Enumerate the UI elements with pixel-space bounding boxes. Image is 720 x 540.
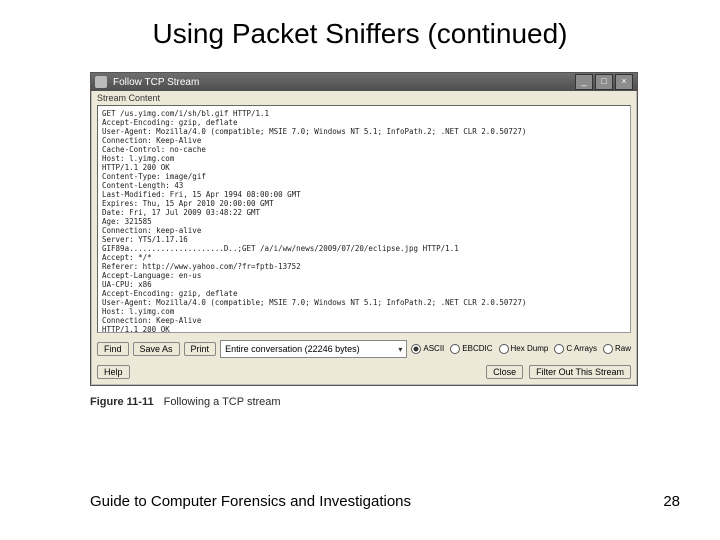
stream-content-label: Stream Content: [91, 91, 637, 103]
radio-carrays[interactable]: C Arrays: [554, 344, 597, 354]
filter-stream-button[interactable]: Filter Out This Stream: [529, 365, 631, 379]
minimize-button[interactable]: _: [575, 74, 593, 90]
app-window: Follow TCP Stream _ □ × Stream Content G…: [90, 72, 638, 386]
maximize-button[interactable]: □: [595, 74, 613, 90]
figure: Follow TCP Stream _ □ × Stream Content G…: [90, 72, 636, 408]
help-button[interactable]: Help: [97, 365, 130, 379]
radio-ebcdic-label: EBCDIC: [462, 344, 492, 353]
titlebar-icon: [95, 76, 107, 88]
find-button[interactable]: Find: [97, 342, 129, 356]
print-button[interactable]: Print: [184, 342, 217, 356]
conversation-select-value: Entire conversation (22246 bytes): [225, 344, 360, 354]
window-titlebar: Follow TCP Stream _ □ ×: [91, 73, 637, 91]
radio-ascii[interactable]: ASCII: [411, 344, 444, 354]
radio-carrays-label: C Arrays: [566, 344, 597, 353]
radio-hexdump-label: Hex Dump: [511, 344, 549, 353]
format-radio-group: ASCII EBCDIC Hex Dump C Arrays Raw: [411, 344, 631, 354]
close-button[interactable]: Close: [486, 365, 523, 379]
controls-row-1: Find Save As Print Entire conversation (…: [91, 337, 637, 361]
controls-row-2: Help Close Filter Out This Stream: [91, 361, 637, 385]
close-window-button[interactable]: ×: [615, 74, 633, 90]
footer-text: Guide to Computer Forensics and Investig…: [90, 493, 411, 510]
figure-number: Figure 11-11: [90, 396, 154, 408]
figure-caption: Figure 11-11 Following a TCP stream: [90, 396, 636, 408]
radio-hexdump[interactable]: Hex Dump: [499, 344, 549, 354]
window-title: Follow TCP Stream: [113, 77, 573, 88]
stream-content-textarea[interactable]: GET /us.yimg.com/i/sh/bl.gif HTTP/1.1Acc…: [97, 105, 631, 333]
radio-raw-label: Raw: [615, 344, 631, 353]
chevron-down-icon: ▾: [398, 345, 402, 354]
save-as-button[interactable]: Save As: [133, 342, 180, 356]
page-number: 28: [663, 493, 680, 510]
radio-ascii-label: ASCII: [423, 344, 444, 353]
figure-caption-text: Following a TCP stream: [164, 396, 281, 408]
radio-raw[interactable]: Raw: [603, 344, 631, 354]
slide-title: Using Packet Sniffers (continued): [0, 18, 720, 50]
radio-ebcdic[interactable]: EBCDIC: [450, 344, 492, 354]
conversation-select[interactable]: Entire conversation (22246 bytes) ▾: [220, 340, 407, 358]
